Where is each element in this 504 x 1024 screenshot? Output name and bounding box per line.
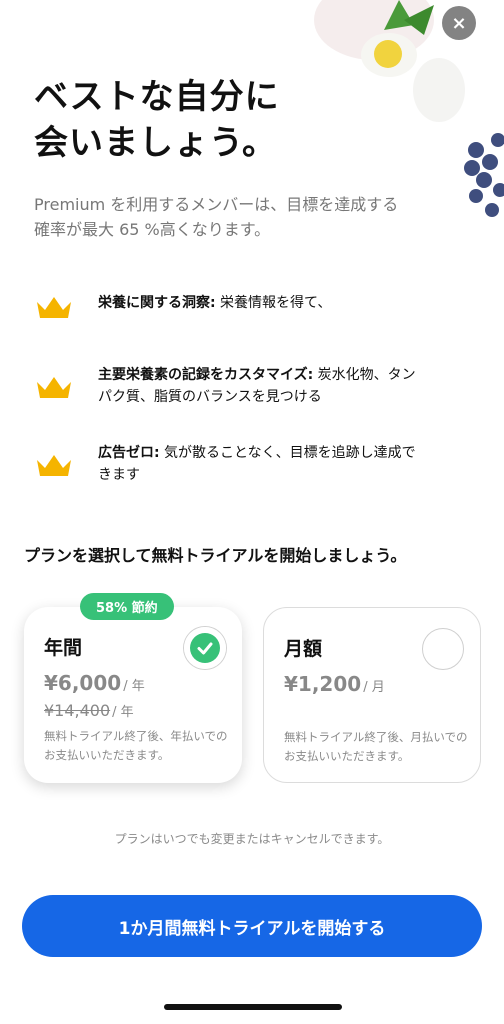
feature-title: 主要栄養素の記録をカスタマイズ: (98, 367, 314, 383)
plan-card-monthly[interactable]: 月額 ¥1,200/ 月 無料トライアル終了後、月払いでのお支払いいただきます。 (263, 607, 481, 783)
close-icon: × (451, 12, 467, 34)
plans-section-title: プランを選択して無料トライアルを開始しましょう。 (24, 546, 407, 565)
price-value: ¥1,200 (284, 672, 362, 696)
crown-icon (37, 377, 71, 398)
plan-name: 月額 (284, 638, 323, 660)
plan-note: 無料トライアル終了後、年払いでのお支払いいただきます。 (44, 729, 228, 762)
plan-radio-selected[interactable] (184, 627, 226, 669)
feature-item: 栄養に関する洞察: 栄養情報を得て、 (34, 292, 454, 320)
home-indicator (164, 1004, 342, 1010)
price-unit: / 月 (363, 680, 385, 695)
savings-badge: 58% 節約 (80, 593, 174, 620)
original-price-unit: / 年 (112, 705, 134, 720)
feature-desc: 栄養情報を得て、 (215, 295, 332, 311)
feature-item: 主要栄養素の記録をカスタマイズ: 炭水化物、タンパク質、脂質のバランスを見つける (34, 364, 454, 408)
plan-name: 年間 (44, 637, 83, 659)
feature-item: 広告ゼロ: 気が散ることなく、目標を追跡し達成できます (34, 442, 454, 486)
check-icon (190, 633, 220, 663)
plan-price: ¥6,000/ 年 (44, 671, 145, 695)
crown-icon (37, 297, 71, 318)
crown-icon (37, 455, 71, 476)
price-value: ¥6,000 (44, 671, 122, 695)
feature-title: 広告ゼロ: (98, 445, 160, 461)
feature-title: 栄養に関する洞察: (98, 295, 216, 311)
subtext: Premium を利用するメンバーは、目標を達成する確率が最大 65 %高くなり… (34, 195, 399, 239)
price-unit: / 年 (123, 679, 145, 694)
plan-note: 無料トライアル終了後、月払いでのお支払いいただきます。 (284, 730, 468, 763)
plan-price: ¥1,200/ 月 (284, 672, 385, 696)
start-trial-button[interactable]: 1か月間無料トライアルを開始する (22, 895, 482, 957)
plan-original-price: ¥14,400/ 年 (44, 701, 134, 720)
cancel-note: プランはいつでも変更またはキャンセルできます。 (114, 832, 390, 846)
headline: ベストな自分に 会いましょう。 (34, 77, 280, 163)
close-button[interactable]: × (442, 6, 476, 40)
original-price-value: ¥14,400 (44, 701, 111, 720)
plan-card-annual[interactable]: 58% 節約 年間 ¥6,000/ 年 ¥14,400/ 年 無料トライアル終了… (24, 593, 242, 783)
plan-radio-unselected[interactable] (422, 628, 464, 670)
